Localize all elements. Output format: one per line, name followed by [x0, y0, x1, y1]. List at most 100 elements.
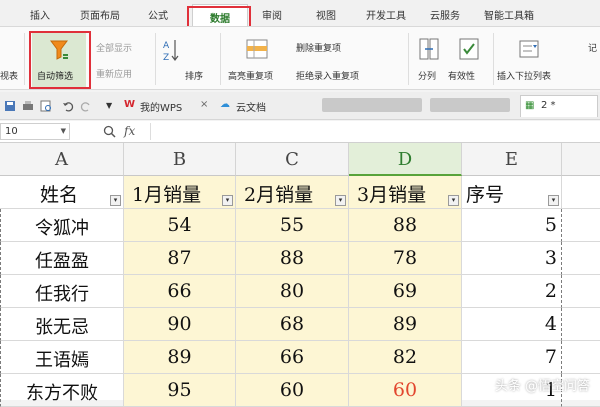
cell-mar[interactable]: 69 — [349, 275, 462, 308]
tab-review[interactable]: 审阅 — [262, 7, 282, 22]
cell-feb[interactable]: 66 — [236, 341, 349, 374]
cell-mar[interactable]: 88 — [349, 209, 462, 242]
column-header-f[interactable] — [562, 143, 600, 176]
empty-cell[interactable] — [562, 308, 600, 341]
close-icon[interactable]: × — [200, 99, 208, 110]
auto-filter-label: 自动筛选 — [37, 72, 74, 82]
header-cell-name[interactable]: 姓名 ▾ — [0, 176, 124, 209]
spreadsheet-grid: A B C D E 姓名 ▾ 1月销量 ▾ 2月销量 ▾ 3月销量 ▾ 序号 ▾… — [0, 143, 600, 407]
empty-cell[interactable] — [562, 209, 600, 242]
cell-jan[interactable]: 87 — [124, 242, 236, 275]
save-icon[interactable] — [4, 100, 16, 112]
cell-jan[interactable]: 90 — [124, 308, 236, 341]
cell-name[interactable]: 张无忌 — [0, 308, 124, 341]
zoom-icon[interactable] — [103, 125, 116, 138]
reapply-button[interactable]: 重新应用 — [96, 67, 132, 80]
empty-cell[interactable] — [562, 176, 600, 209]
formula-input[interactable] — [150, 123, 598, 140]
delete-duplicates-button[interactable]: 删除重复项 — [296, 41, 341, 54]
cell-name[interactable]: 王语嫣 — [0, 341, 124, 374]
header-cell-feb[interactable]: 2月销量 ▾ — [236, 176, 349, 209]
cell-feb[interactable]: 60 — [236, 374, 349, 407]
tab-developer[interactable]: 开发工具 — [366, 7, 406, 22]
cell-feb[interactable]: 88 — [236, 242, 349, 275]
column-header-a[interactable]: A — [0, 143, 124, 176]
chevron-down-icon[interactable]: ▼ — [61, 127, 66, 135]
tab-cloud-docs[interactable]: ☁ 云文档 — [220, 95, 300, 117]
insert-dropdown-button[interactable]: 插入下拉列表 — [497, 69, 551, 82]
filter-dropdown-button[interactable]: ▾ — [110, 195, 121, 206]
tab-data[interactable]: 数据 — [192, 4, 248, 28]
column-header-b[interactable]: B — [124, 143, 236, 176]
cell-no[interactable]: 2 — [462, 275, 562, 308]
tab-my-wps[interactable]: W 我的WPS × — [124, 95, 212, 117]
validity-button[interactable]: 有效性 — [448, 69, 475, 82]
filter-dropdown-button[interactable]: ▾ — [335, 195, 346, 206]
highlight-duplicates-button[interactable]: 高亮重复项 — [228, 69, 273, 82]
header-cell-mar[interactable]: 3月销量 ▾ — [349, 176, 462, 209]
cell-mar[interactable]: 89 — [349, 308, 462, 341]
empty-cell[interactable] — [562, 275, 600, 308]
cell-name[interactable]: 任我行 — [0, 275, 124, 308]
redo-icon[interactable] — [80, 100, 92, 112]
name-box[interactable]: 10 ▼ — [0, 123, 70, 140]
filter-dropdown-button[interactable]: ▾ — [222, 195, 233, 206]
cell-feb[interactable]: 68 — [236, 308, 349, 341]
record-button[interactable]: 记 — [588, 41, 597, 54]
sort-button[interactable]: 排序 — [185, 69, 203, 82]
highlight-duplicates-icon — [246, 39, 268, 59]
cell-jan[interactable]: 66 — [124, 275, 236, 308]
column-header-c[interactable]: C — [236, 143, 349, 176]
cell-no[interactable]: 4 — [462, 308, 562, 341]
cell-name[interactable]: 令狐冲 — [0, 209, 124, 242]
tab-cloud-service[interactable]: 云服务 — [430, 7, 460, 22]
cloud-icon: ☁ — [220, 99, 230, 110]
auto-filter-button[interactable]: 自动筛选 — [32, 33, 86, 87]
tab-current-document-label: 2 * — [541, 100, 556, 111]
cell-feb[interactable]: 80 — [236, 275, 349, 308]
cell-feb[interactable]: 55 — [236, 209, 349, 242]
cell-jan[interactable]: 95 — [124, 374, 236, 407]
header-feb-label: 2月销量 — [244, 184, 314, 206]
fx-icon[interactable]: fx — [124, 124, 135, 138]
split-columns-icon — [419, 38, 439, 60]
cell-name[interactable]: 东方不败 — [0, 374, 124, 407]
cell-no[interactable]: 5 — [462, 209, 562, 242]
undo-icon[interactable] — [62, 100, 74, 112]
cell-mar[interactable]: 78 — [349, 242, 462, 275]
cell-jan[interactable]: 89 — [124, 341, 236, 374]
filter-dropdown-button[interactable]: ▾ — [448, 195, 459, 206]
column-header-e[interactable]: E — [462, 143, 562, 176]
header-cell-jan[interactable]: 1月销量 ▾ — [124, 176, 236, 209]
tab-smart-toolbox[interactable]: 智能工具箱 — [484, 7, 534, 22]
cell-mar[interactable]: 82 — [349, 341, 462, 374]
cell-no[interactable]: 3 — [462, 242, 562, 275]
cell-name[interactable]: 任盈盈 — [0, 242, 124, 275]
empty-cell[interactable] — [562, 341, 600, 374]
tab-view[interactable]: 视图 — [316, 7, 336, 22]
filter-dropdown-button[interactable]: ▾ — [548, 195, 559, 206]
print-preview-icon[interactable] — [40, 100, 52, 112]
show-all-button[interactable]: 全部显示 — [96, 41, 132, 54]
tab-page-layout[interactable]: 页面布局 — [80, 7, 120, 22]
watermark-text: 头条 @悟空问答 — [494, 379, 590, 394]
print-icon[interactable] — [22, 100, 34, 112]
header-cell-no[interactable]: 序号 ▾ — [462, 176, 562, 209]
reject-duplicates-button[interactable]: 拒绝录入重复项 — [296, 69, 359, 82]
chevron-down-icon[interactable]: ▼ — [106, 101, 112, 110]
empty-cell[interactable] — [562, 242, 600, 275]
tab-my-wps-label: 我的WPS — [140, 103, 183, 114]
column-header-d[interactable]: D — [349, 143, 462, 176]
cell-no[interactable]: 7 — [462, 341, 562, 374]
blurred-tab — [322, 98, 422, 112]
tab-insert[interactable]: 插入 — [30, 7, 50, 22]
split-button[interactable]: 分列 — [418, 69, 436, 82]
pivot-table-label[interactable]: 视表 — [0, 69, 18, 82]
tab-formulas[interactable]: 公式 — [148, 7, 168, 22]
cell-mar[interactable]: 60 — [349, 374, 462, 407]
tab-current-document[interactable]: ▦ 2 * — [520, 95, 598, 117]
header-no-label: 序号 — [466, 184, 505, 206]
cell-jan[interactable]: 54 — [124, 209, 236, 242]
tab-cloud-docs-label: 云文档 — [236, 103, 266, 114]
funnel-icon — [50, 40, 68, 60]
